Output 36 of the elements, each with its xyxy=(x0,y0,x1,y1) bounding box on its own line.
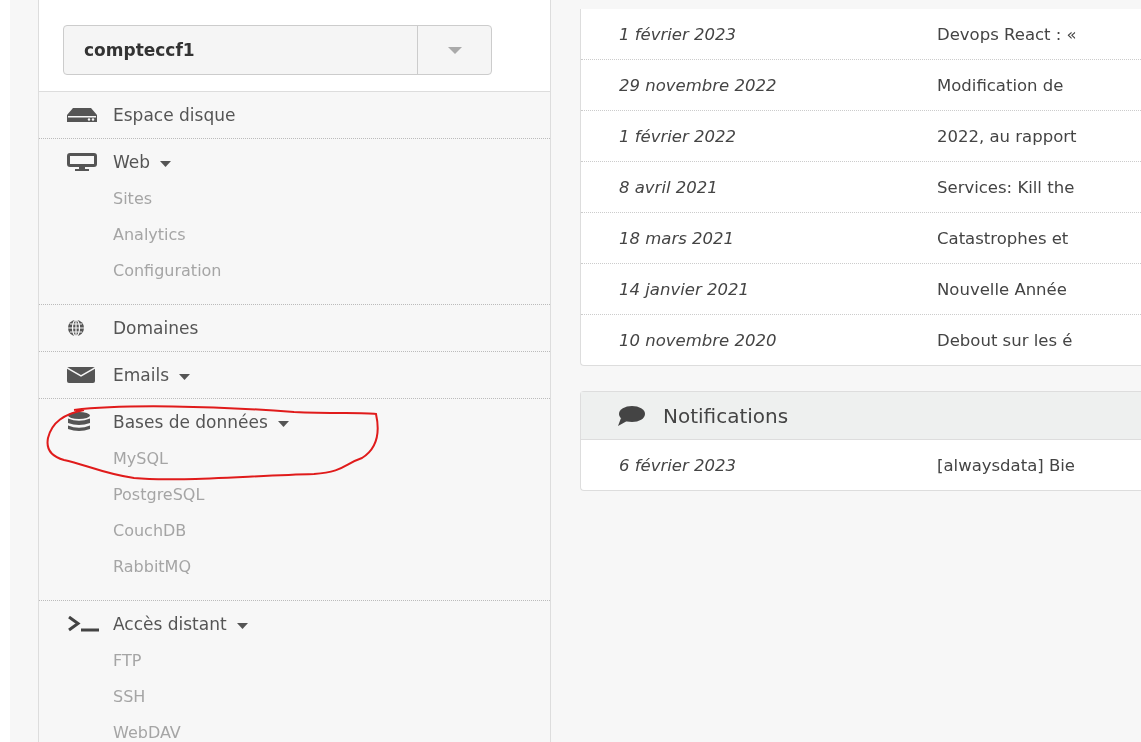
news-date: 1 février 2023 xyxy=(619,24,737,44)
caret-icon xyxy=(447,46,462,54)
terminal-icon xyxy=(67,616,101,632)
sidebar-item[interactable]: Accès distant xyxy=(39,609,550,639)
monitor-icon xyxy=(67,153,97,171)
news-title[interactable]: Nouvelle Année xyxy=(937,279,1067,299)
news-title[interactable]: Devops React : « xyxy=(937,24,1077,44)
news-date: 10 novembre 2020 xyxy=(619,330,778,350)
sidebar-item[interactable]: Espace disque xyxy=(39,100,550,130)
sidebar-item[interactable]: Emails xyxy=(39,360,550,390)
caret-icon xyxy=(160,161,172,167)
news-date: 18 mars 2021 xyxy=(619,228,736,248)
news-title[interactable]: Services: Kill the xyxy=(937,177,1075,197)
account-select[interactable]: compteccf1 xyxy=(63,25,492,75)
news-date: 14 janvier 2021 xyxy=(619,279,750,299)
news-title[interactable]: Modification de xyxy=(937,75,1064,95)
caret-icon xyxy=(277,421,289,427)
envelope-icon xyxy=(67,367,95,383)
sidebar-item[interactable]: Web xyxy=(39,147,550,177)
news-date: 8 avril 2021 xyxy=(619,177,719,197)
caret-icon xyxy=(236,623,248,629)
globe-icon xyxy=(67,319,85,337)
chat-bubble-icon xyxy=(617,405,645,426)
caret-icon xyxy=(179,374,191,380)
sidebar-item[interactable]: Bases de données xyxy=(39,407,550,437)
news-title[interactable]: Catastrophes et xyxy=(937,228,1069,248)
notification-date: 6 février 2023 xyxy=(619,455,737,475)
news-title[interactable]: Debout sur les é xyxy=(937,330,1073,350)
hdd-icon xyxy=(67,108,97,122)
news-title[interactable]: 2022, au rapport xyxy=(937,126,1077,146)
database-icon xyxy=(67,412,91,432)
sidebar-item[interactable]: Domaines xyxy=(39,313,550,343)
panel-title: Notifications xyxy=(663,403,789,428)
news-date: 1 février 2022 xyxy=(619,126,737,146)
notification-title[interactable]: [alwaysdata] Bie xyxy=(937,455,1075,475)
news-date: 29 novembre 2022 xyxy=(619,75,778,95)
